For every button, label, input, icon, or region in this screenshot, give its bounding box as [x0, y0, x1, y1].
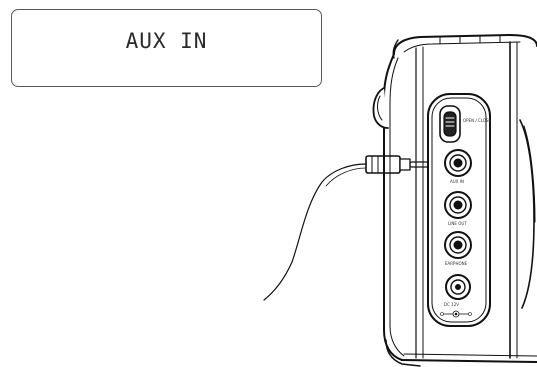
line-out-jack[interactable] [444, 191, 472, 219]
aux-in-jack[interactable] [444, 149, 472, 177]
earphone-label: EARPHONE [445, 261, 468, 266]
device-side-diagram: OPEN / CLOSE AUX IN LINE OUT EARPHONE DC… [263, 34, 537, 367]
slide-switch[interactable] [439, 105, 461, 143]
dc-in-label: DC 12V [444, 302, 459, 307]
switch-label: OPEN / CLOSE [463, 118, 492, 123]
aux-in-label: AUX IN [450, 179, 464, 184]
dc-in-jack[interactable] [445, 274, 471, 300]
earphone-jack[interactable] [444, 231, 472, 259]
line-out-label: LINE OUT [448, 221, 467, 226]
audio-cable [263, 163, 367, 301]
